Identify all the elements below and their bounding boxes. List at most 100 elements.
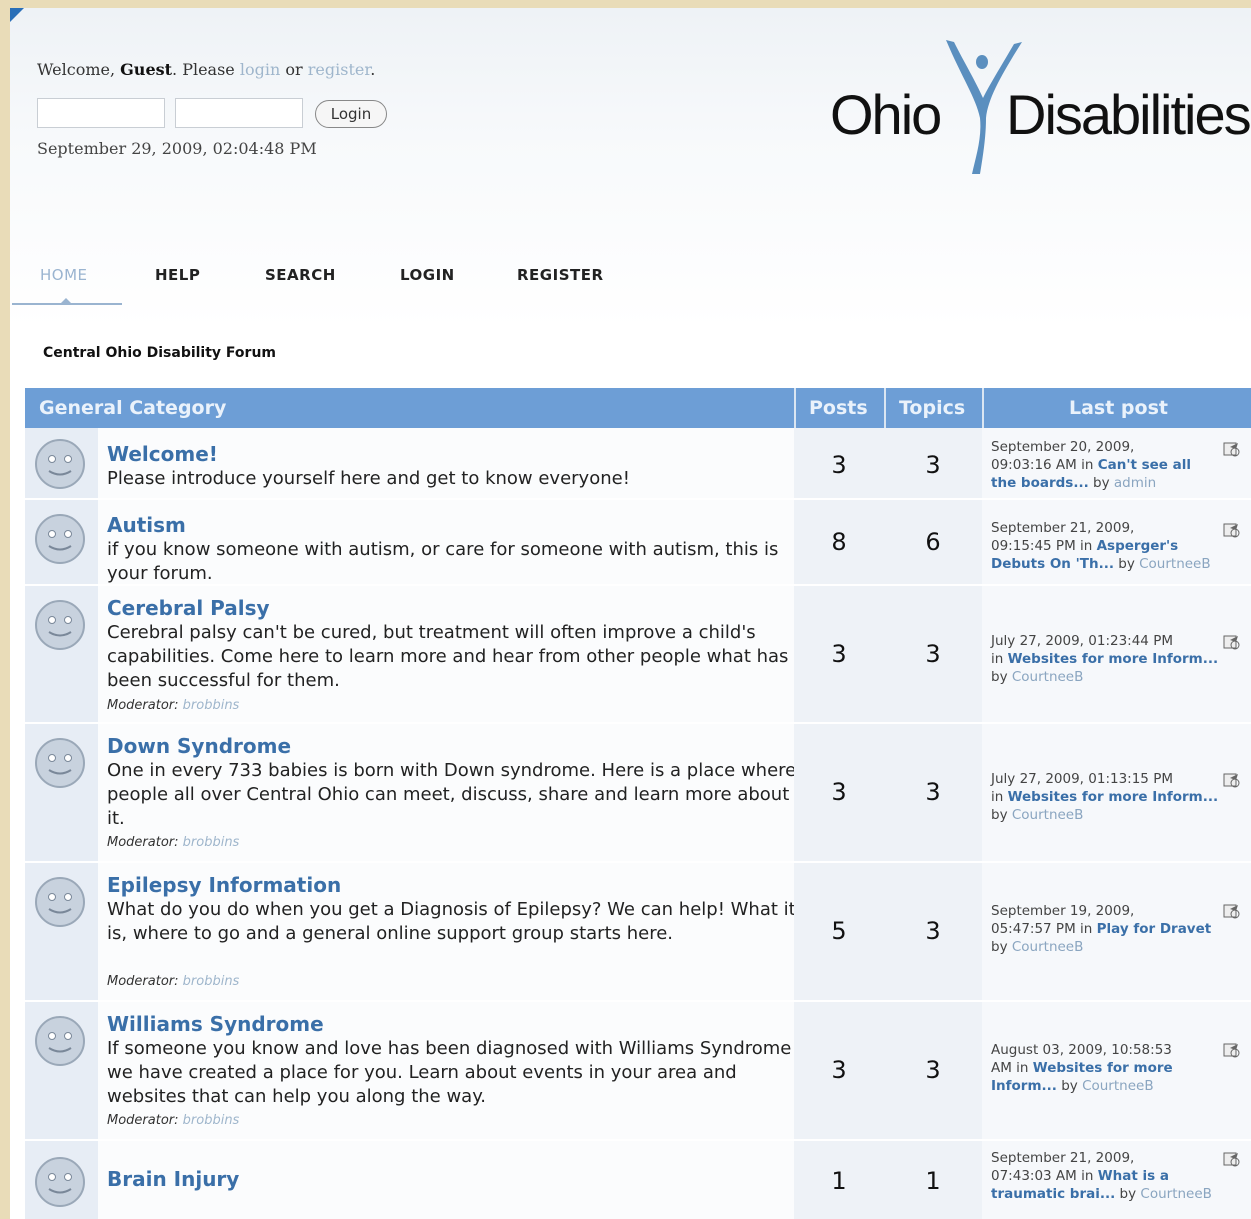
last-post-user-link[interactable]: admin	[1114, 475, 1156, 491]
last-post-info: September 21, 2009, 09:15:45 PM in Asperg…	[991, 519, 1219, 573]
last-post-arrow-icon[interactable]	[1222, 1149, 1242, 1169]
board-row: Williams Syndrome If someone you know an…	[25, 1002, 1251, 1141]
board-status-smiley-icon	[35, 600, 85, 650]
last-post-arrow-icon[interactable]	[1222, 1040, 1242, 1060]
last-post-by: by	[1115, 1186, 1141, 1202]
board-table: General Category Posts Topics Last post …	[25, 388, 1251, 1219]
last-post-topic-link[interactable]: Websites for more Inform...	[1008, 789, 1219, 805]
last-post-by: by	[991, 807, 1012, 823]
last-post-info: July 27, 2009, 01:13:15 PM in Websites fo…	[991, 770, 1219, 824]
last-post-by: by	[1088, 475, 1114, 491]
board-topic-count: 3	[925, 1056, 941, 1084]
board-title-link[interactable]: Cerebral Palsy	[107, 596, 270, 620]
board-description: Please introduce yourself here and get t…	[107, 468, 630, 489]
board-row: Welcome! Please introduce yourself here …	[25, 428, 1251, 500]
board-description: Cerebral palsy can't be cured, but treat…	[107, 622, 789, 691]
header-divider	[884, 388, 886, 428]
board-post-count: 3	[831, 1056, 847, 1084]
last-post-time: 05:47:57 PM in	[991, 921, 1097, 937]
board-topic-count: 6	[925, 528, 941, 556]
board-topic-count: 3	[925, 640, 941, 668]
moderator-link[interactable]: brobbins	[183, 1113, 240, 1128]
last-post-user-link[interactable]: CourtneeB	[1140, 1186, 1212, 1202]
password-input[interactable]	[175, 98, 303, 128]
last-post-topic-link[interactable]: Websites for more Inform...	[1008, 651, 1219, 667]
moderator-link[interactable]: brobbins	[183, 974, 240, 989]
login-button[interactable]: Login	[315, 100, 387, 128]
last-post-user-link[interactable]: CourtneeB	[1082, 1078, 1154, 1094]
welcome-prefix: Welcome,	[37, 60, 116, 79]
board-moderator: Moderator: brobbins	[107, 974, 239, 989]
last-post-info: September 20, 2009, 09:03:16 AM in Can't …	[991, 438, 1219, 492]
moderator-label: Moderator:	[107, 974, 179, 989]
breadcrumb[interactable]: Central Ohio Disability Forum	[43, 345, 276, 361]
last-post-info: September 21, 2009, 07:43:03 AM in What i…	[991, 1149, 1219, 1203]
col-header-topics: Topics	[899, 397, 966, 419]
nav-home[interactable]: HOME	[40, 266, 88, 284]
last-post-by: by	[1113, 556, 1140, 572]
board-title-link[interactable]: Williams Syndrome	[107, 1012, 324, 1036]
board-moderator: Moderator: brobbins	[107, 835, 239, 850]
or-text: or	[285, 60, 303, 79]
nav-register[interactable]: REGISTER	[517, 266, 604, 284]
last-post-by: by	[991, 669, 1012, 685]
board-description: What do you do when you get a Diagnosis …	[107, 899, 796, 944]
last-post-arrow-icon[interactable]	[1222, 770, 1242, 790]
last-post-by: by	[991, 939, 1012, 955]
last-post-arrow-icon[interactable]	[1222, 632, 1242, 652]
board-moderator: Moderator: brobbins	[107, 698, 239, 713]
last-post-topic-link[interactable]: Play for Dravet	[1097, 921, 1212, 937]
guest-name: Guest	[120, 60, 173, 79]
user-area: Welcome, Guest. Please login or register…	[37, 60, 457, 158]
board-post-count: 8	[831, 528, 847, 556]
board-post-count: 5	[831, 917, 847, 945]
nav-active-underline	[12, 303, 122, 305]
moderator-link[interactable]: brobbins	[183, 698, 240, 713]
period-text: .	[370, 60, 376, 79]
board-title-link[interactable]: Epilepsy Information	[107, 873, 341, 897]
forum-page: Welcome, Guest. Please login or register…	[10, 8, 1251, 1219]
category-title[interactable]: General Category	[39, 388, 226, 428]
board-post-count: 3	[831, 640, 847, 668]
board-title-link[interactable]: Autism	[107, 513, 186, 537]
last-post-user-link[interactable]: CourtneeB	[1139, 556, 1211, 572]
register-link[interactable]: register	[308, 60, 370, 79]
board-title-link[interactable]: Welcome!	[107, 442, 218, 466]
moderator-link[interactable]: brobbins	[183, 835, 240, 850]
last-post-user-link[interactable]: CourtneeB	[1012, 807, 1084, 823]
please-text: . Please	[172, 60, 235, 79]
last-post-time: in	[991, 789, 1008, 805]
username-input[interactable]	[37, 98, 165, 128]
board-title-link[interactable]: Brain Injury	[107, 1167, 239, 1191]
last-post-by: by	[1056, 1078, 1083, 1094]
welcome-text: Welcome, Guest. Please login or register…	[37, 60, 457, 79]
col-header-posts: Posts	[809, 397, 868, 419]
logo-word-disabilities: Disabilities	[1006, 83, 1251, 146]
header-divider	[982, 388, 984, 428]
board-topic-count: 1	[925, 1167, 941, 1195]
header-divider	[794, 388, 796, 428]
last-post-time: 09:03:16 AM in	[991, 457, 1098, 473]
current-datetime: September 29, 2009, 02:04:48 PM	[37, 139, 317, 158]
board-status-smiley-icon	[35, 738, 85, 788]
last-post-info: July 27, 2009, 01:23:44 PM in Websites fo…	[991, 632, 1219, 686]
login-link[interactable]: login	[240, 60, 280, 79]
board-status-smiley-icon	[35, 1016, 85, 1066]
last-post-time: 09:15:45 PM in	[991, 538, 1097, 554]
last-post-user-link[interactable]: CourtneeB	[1012, 939, 1084, 955]
site-logo[interactable]: Ohio Disabilities	[830, 38, 1251, 178]
last-post-arrow-icon[interactable]	[1222, 520, 1242, 540]
board-row: Epilepsy Information What do you do when…	[25, 863, 1251, 1002]
board-title-link[interactable]: Down Syndrome	[107, 734, 291, 758]
last-post-arrow-icon[interactable]	[1222, 901, 1242, 921]
nav-search[interactable]: SEARCH	[265, 266, 336, 284]
last-post-arrow-icon[interactable]	[1222, 439, 1242, 459]
last-post-date: September 20, 2009,	[991, 439, 1135, 455]
last-post-user-link[interactable]: CourtneeB	[1012, 669, 1084, 685]
logo-word-ohio: Ohio	[830, 83, 942, 146]
nav-login[interactable]: LOGIN	[400, 266, 455, 284]
moderator-label: Moderator:	[107, 698, 179, 713]
board-moderator: Moderator: brobbins	[107, 1113, 239, 1128]
nav-help[interactable]: HELP	[155, 266, 200, 284]
last-post-info: September 19, 2009, 05:47:57 PM in Play f…	[991, 902, 1219, 956]
